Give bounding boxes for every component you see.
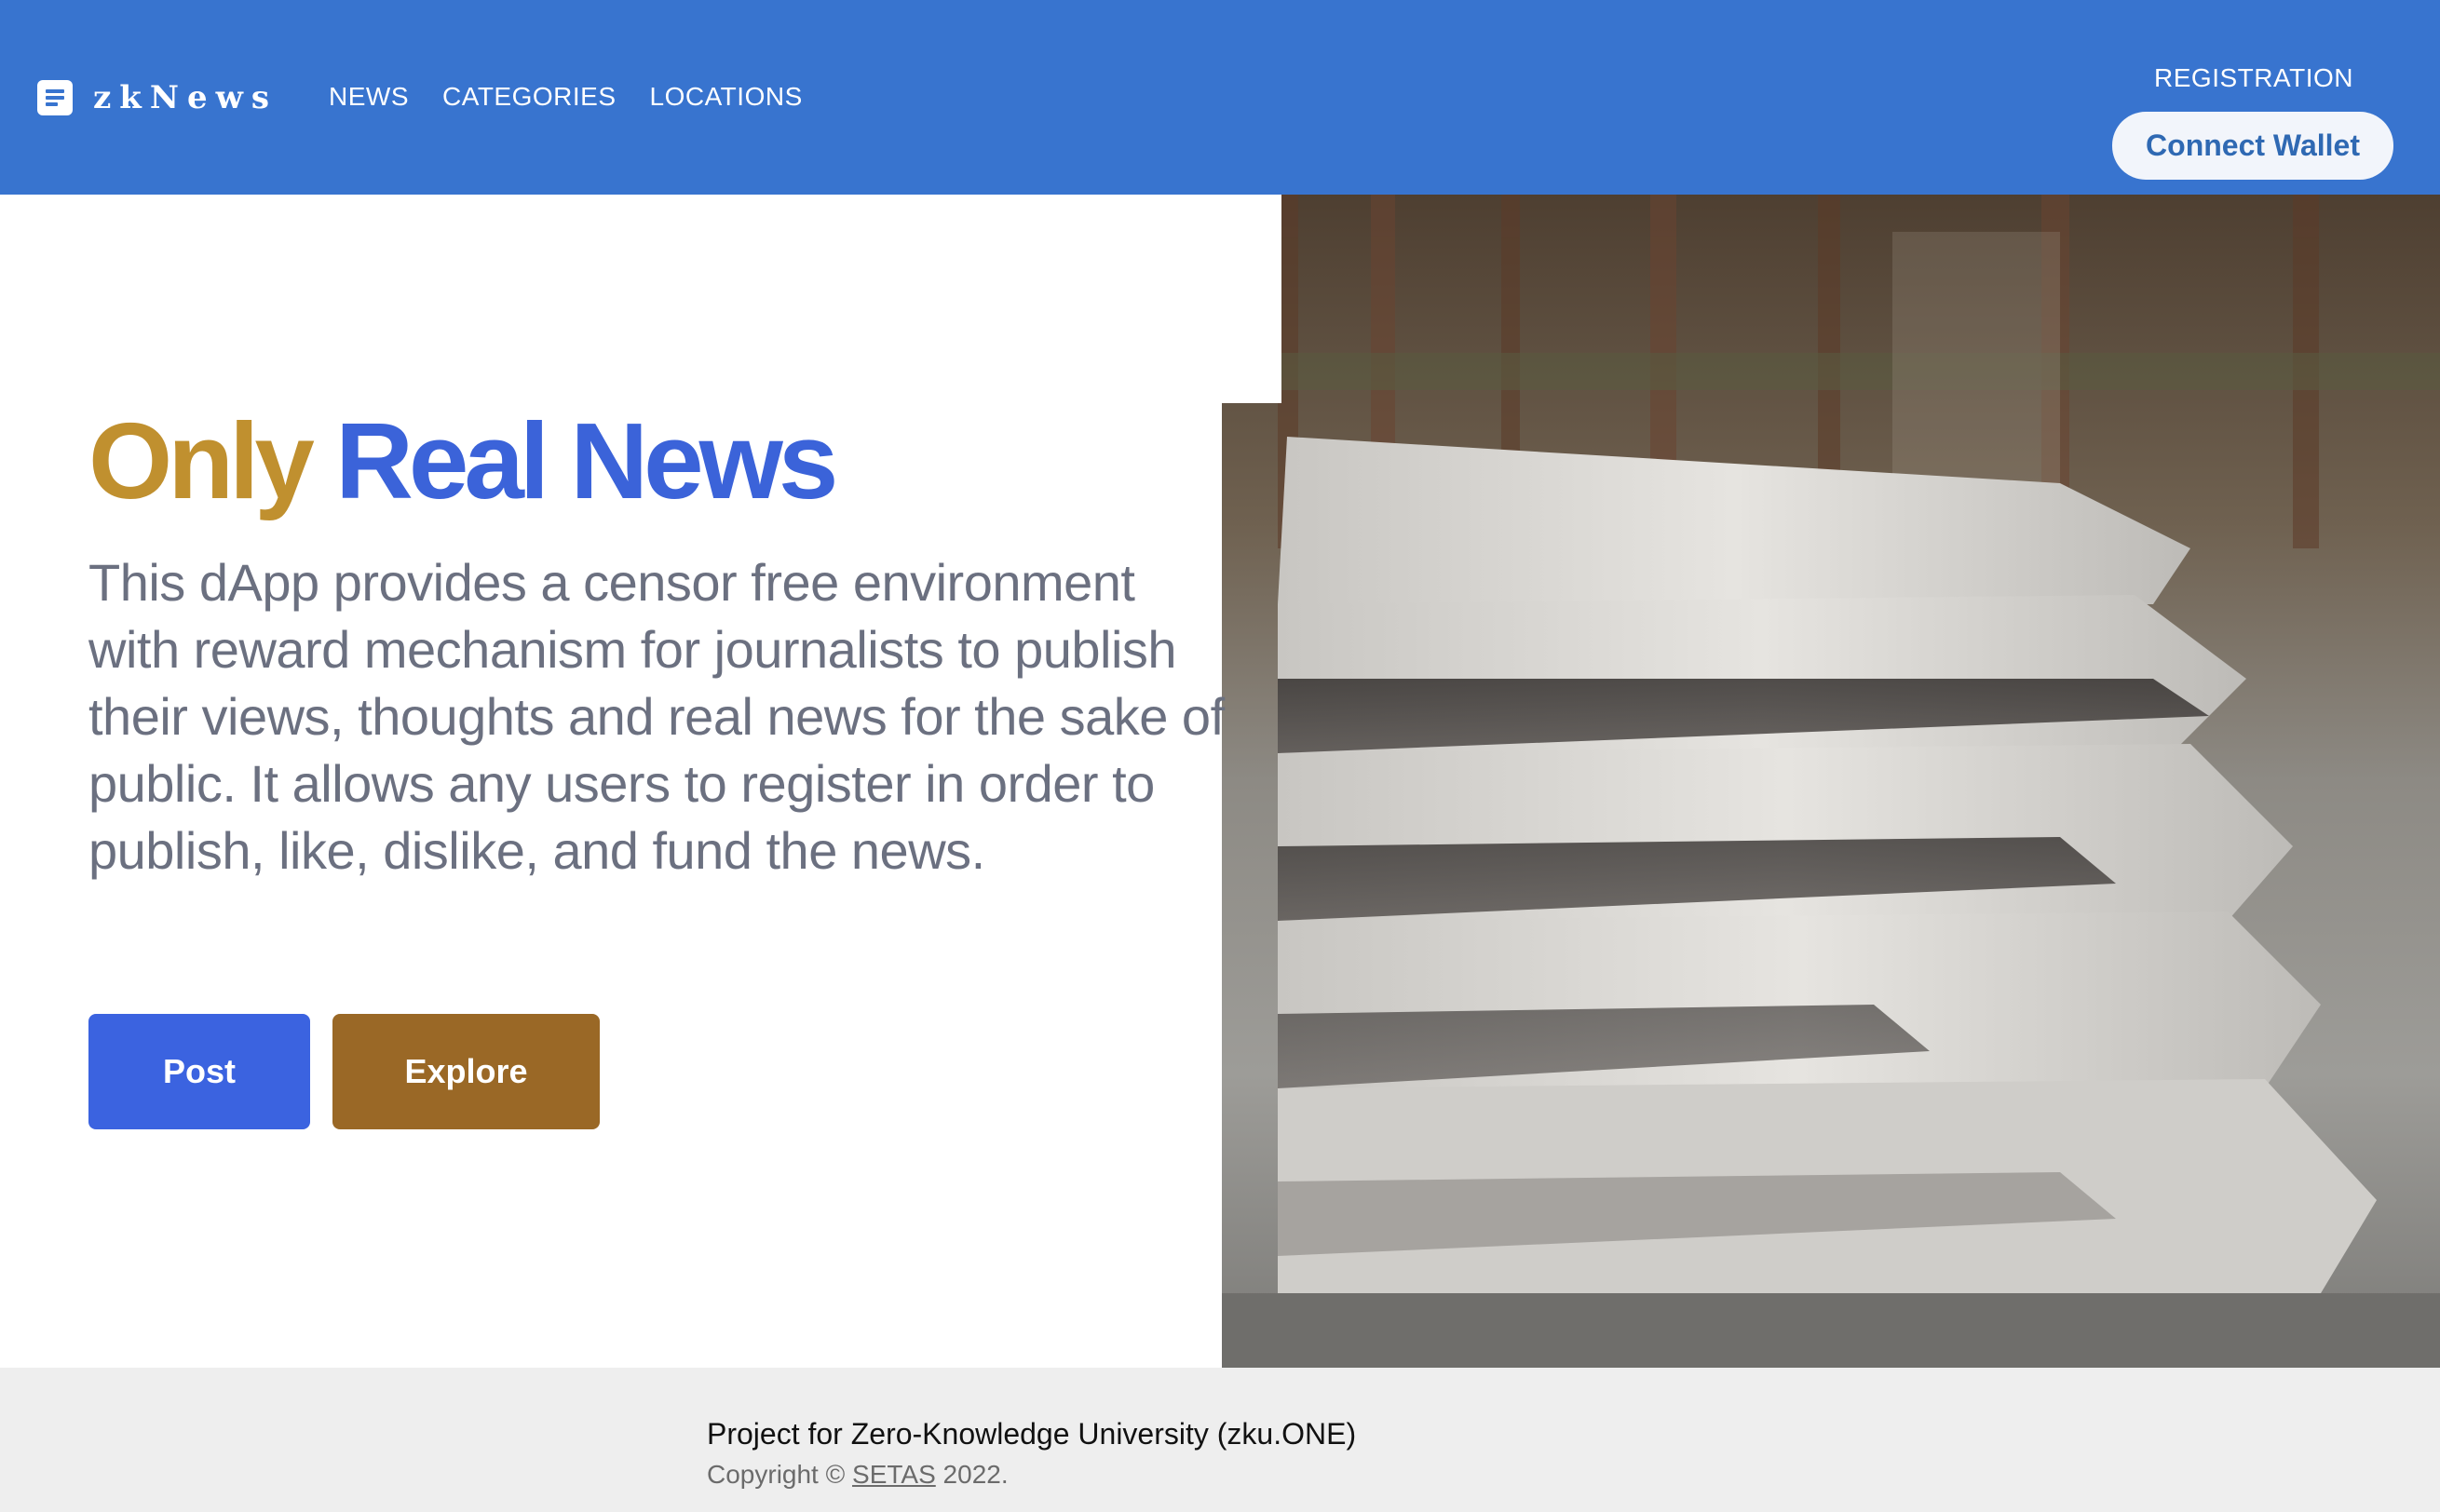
nav-locations-link[interactable]: LOCATIONS <box>650 78 803 115</box>
hero-headline: Only Real News <box>88 400 838 521</box>
hero-description: This dApp provides a censor free environ… <box>88 553 1225 880</box>
navbar: zkNews NEWS CATEGORIES LOCATIONS REGISTR… <box>0 0 2440 195</box>
hero-newspapers-image <box>1222 195 2440 1368</box>
explore-button[interactable]: Explore <box>332 1014 600 1129</box>
footer-copyright: Copyright © SETAS 2022. <box>707 1458 1009 1492</box>
nav-news-link[interactable]: NEWS <box>329 78 409 115</box>
main-nav: NEWS CATEGORIES LOCATIONS <box>329 78 836 115</box>
nav-categories-link[interactable]: CATEGORIES <box>442 78 617 115</box>
headline-only: Only <box>88 400 315 521</box>
newspaper-icon <box>37 80 73 115</box>
headline-real-news: Real News <box>335 400 838 521</box>
brand-name[interactable]: zkNews <box>93 80 278 115</box>
brand-logo[interactable]: zkNews <box>37 80 278 115</box>
hero-white-notch <box>1222 195 1281 403</box>
connect-wallet-button[interactable]: Connect Wallet <box>2112 112 2393 180</box>
copyright-year: 2022. <box>942 1460 1009 1489</box>
copyright-prefix: Copyright © <box>707 1460 846 1489</box>
setas-link[interactable]: SETAS <box>852 1460 936 1489</box>
registration-link[interactable]: REGISTRATION <box>2114 60 2393 97</box>
post-button[interactable]: Post <box>88 1014 310 1129</box>
footer-project-text: Project for Zero-Knowledge University (z… <box>707 1417 1357 1451</box>
